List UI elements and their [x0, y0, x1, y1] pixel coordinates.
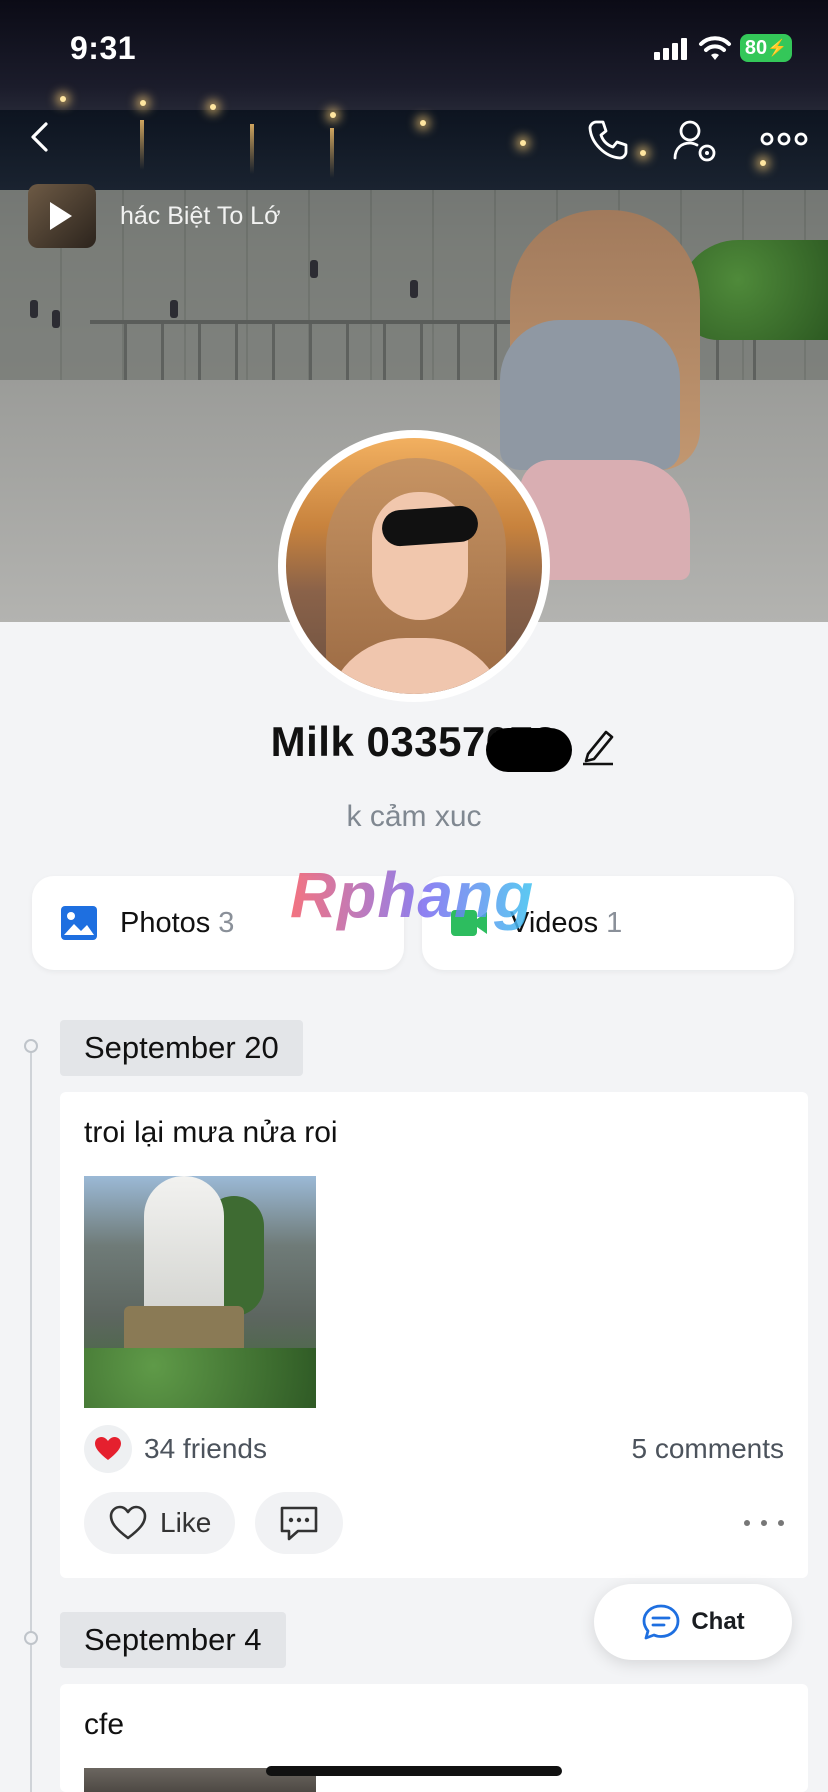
redaction-mark — [380, 504, 480, 548]
home-indicator[interactable] — [266, 1766, 562, 1776]
call-icon[interactable] — [586, 118, 630, 162]
more-icon[interactable] — [760, 124, 808, 154]
like-label: Like — [160, 1507, 212, 1538]
reaction-row: 34 friends 5 comments — [84, 1424, 784, 1474]
post-more-icon[interactable] — [744, 1513, 784, 1533]
cover-person — [410, 280, 418, 298]
comments-count[interactable]: 5 comments — [632, 1433, 785, 1465]
comment-icon — [281, 1506, 318, 1541]
edit-icon[interactable] — [580, 726, 616, 766]
cover-person — [52, 310, 60, 328]
heart-icon — [95, 1437, 121, 1460]
cover-light — [330, 112, 336, 118]
status-time: 9:31 — [70, 30, 137, 66]
avatar[interactable] — [278, 430, 550, 702]
battery-indicator: 80 ⚡ — [740, 34, 792, 62]
photos-icon — [61, 906, 97, 940]
heart-outline-icon — [109, 1505, 147, 1540]
play-icon[interactable] — [50, 202, 72, 230]
signal-icon — [654, 38, 687, 60]
charging-icon: ⚡ — [767, 40, 788, 57]
avatar-photo — [286, 438, 542, 694]
cover-person — [310, 260, 318, 278]
cover-light — [520, 140, 526, 146]
reaction-badge[interactable] — [84, 1425, 132, 1473]
chat-button[interactable]: Chat — [594, 1584, 792, 1660]
post-card[interactable]: troi lại mưa nửa roi 34 friends 5 commen… — [60, 1092, 808, 1578]
videos-count: 1 — [606, 906, 623, 939]
photos-count: 3 — [218, 906, 235, 939]
timeline-dot — [24, 1039, 38, 1053]
cover-light — [760, 160, 766, 166]
back-icon[interactable] — [24, 120, 58, 154]
cover-person — [30, 300, 38, 318]
music-title: hác Biệt To Lớ — [120, 201, 281, 230]
chat-bubble-icon — [642, 1604, 680, 1640]
cover-person — [170, 300, 178, 318]
profile-name-row: Milk 03357078 — [0, 718, 828, 772]
profile-music[interactable]: hác Biệt To Lớ — [28, 184, 318, 248]
profile-bio: k cảm xuc — [346, 800, 482, 833]
post-date: September 20 — [60, 1020, 303, 1076]
music-thumbnail[interactable] — [28, 184, 96, 248]
cover-bush — [678, 240, 828, 340]
wifi-icon — [699, 36, 731, 60]
reaction-count[interactable]: 34 friends — [144, 1433, 267, 1465]
post-image[interactable] — [84, 1176, 316, 1408]
cover-person-jacket — [500, 320, 680, 470]
cover-reflection — [250, 124, 254, 174]
photos-label: Photos — [120, 906, 211, 939]
post-text: troi lại mưa nửa roi — [84, 1116, 338, 1149]
comment-button[interactable] — [255, 1492, 344, 1554]
redaction-mark — [486, 728, 572, 772]
cover-light — [640, 150, 646, 156]
battery-level: 80 — [744, 36, 768, 59]
chat-label: Chat — [691, 1608, 745, 1635]
profile-settings-icon[interactable] — [672, 118, 720, 164]
cover-light — [420, 120, 426, 126]
cover-light — [140, 100, 146, 106]
cover-reflection — [330, 128, 334, 178]
post-date: September 4 — [60, 1612, 286, 1668]
cover-light — [210, 104, 216, 110]
cover-light — [60, 96, 66, 102]
post-text: cfe — [84, 1708, 125, 1741]
cover-reflection — [140, 120, 144, 170]
timeline-line — [30, 1046, 32, 1792]
action-row: Like — [84, 1492, 784, 1554]
watermark: Rphang — [290, 859, 535, 931]
timeline-dot — [24, 1631, 38, 1645]
like-button[interactable]: Like — [84, 1492, 236, 1554]
